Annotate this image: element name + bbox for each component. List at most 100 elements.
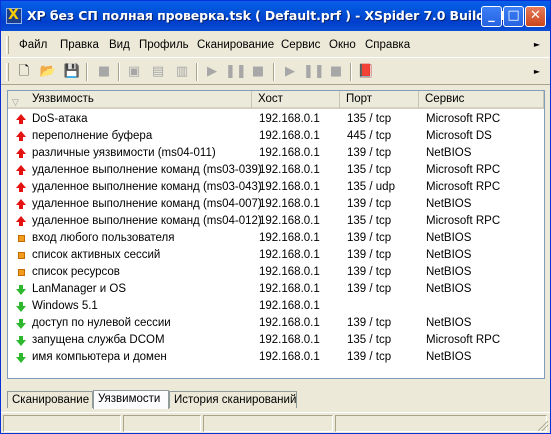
menu-service[interactable]: Сервис <box>281 39 320 51</box>
pause-scan-selected-icon[interactable]: ❚❚ <box>225 63 247 81</box>
stop-scan-icon[interactable]: ■ <box>327 63 345 81</box>
vuln-cell: вход любого пользователя <box>32 232 175 244</box>
host-cell: 192.168.0.1 <box>259 351 320 363</box>
start-scan-selected-icon[interactable]: ▶ <box>203 63 221 81</box>
menubar-overflow-chevron-icon[interactable]: ► <box>534 40 540 49</box>
menu-view[interactable]: Вид <box>109 39 130 51</box>
save-disk-icon[interactable]: 💾 <box>63 63 81 81</box>
port-cell: 139 / tcp <box>347 198 392 210</box>
table-row[interactable]: удаленное выполнение команд (ms03-043) 19… <box>8 179 544 196</box>
host-cell: 192.168.0.1 <box>259 164 320 176</box>
table-row[interactable]: имя компьютера и домен 192.168.0.1 139 / t… <box>8 349 544 366</box>
table-row[interactable]: список активных сессий 192.168.0.1 139 / t… <box>8 247 544 264</box>
vuln-cell: LanManager и OS <box>32 283 127 295</box>
toolbar: 🗋 📂 💾 ■ ▣ ▤ ▥ ▶ ❚❚ ■ ▶ ❚❚ ■ 📕 ► <box>1 59 550 85</box>
vulnerability-list[interactable]: ▽ Уязвимость Хост Порт Сервис DoS-атака 1… <box>7 90 545 379</box>
menu-edit[interactable]: Правка <box>60 39 99 51</box>
tab-scanning[interactable]: Сканирование <box>7 391 93 408</box>
vuln-cell: различные уязвимости (ms04-011) <box>32 147 216 159</box>
host-properties-icon[interactable]: ▣ <box>125 63 143 81</box>
column-header-host[interactable]: Хост <box>252 91 340 108</box>
toolbar-overflow-chevron-icon[interactable]: ► <box>534 67 540 76</box>
tab-vulnerabilities[interactable]: Уязвимости <box>93 390 169 409</box>
status-panel <box>203 415 333 432</box>
menu-profile[interactable]: Профиль <box>139 39 189 51</box>
info-severity-icon <box>16 336 26 346</box>
info-severity-icon <box>16 319 26 329</box>
toolbar-separator <box>196 63 198 81</box>
vuln-cell: запущена служба DCOM <box>32 334 165 346</box>
high-severity-icon <box>16 182 26 192</box>
table-row[interactable]: удаленное выполнение команд (ms04-007) 19… <box>8 196 544 213</box>
vuln-cell: Windows 5.1 <box>32 300 98 312</box>
service-cell: NetBIOS <box>426 317 472 329</box>
table-row[interactable]: Windows 5.1 192.168.0.1 <box>8 298 544 315</box>
info-severity-icon <box>16 353 26 363</box>
table-row[interactable]: LanManager и OS 192.168.0.1 139 / tcp NetBI… <box>8 281 544 298</box>
pause-scan-icon[interactable]: ❚❚ <box>303 63 325 81</box>
sort-indicator-icon: ▽ <box>12 97 19 107</box>
resize-grip-icon[interactable] <box>538 421 548 431</box>
service-cell: Microsoft RPC <box>426 113 501 125</box>
table-row[interactable]: удаленное выполнение команд (ms04-012) 19… <box>8 213 544 230</box>
remove-host-icon[interactable]: ▥ <box>173 63 191 81</box>
port-cell: 135 / tcp <box>347 113 392 125</box>
vuln-cell: имя компьютера и домен <box>32 351 167 363</box>
tab-scan-history[interactable]: История сканирований <box>169 391 297 408</box>
menu-file[interactable]: Файл <box>19 39 47 51</box>
vuln-cell: переполнение буфера <box>32 130 153 142</box>
column-header-port[interactable]: Порт <box>340 91 419 108</box>
column-header-service[interactable]: Сервис <box>419 91 544 108</box>
medium-severity-icon <box>18 235 25 242</box>
new-document-icon[interactable]: 🗋 <box>15 63 33 81</box>
stop-scan-selected-icon[interactable]: ■ <box>249 63 267 81</box>
list-rows: DoS-атака 192.168.0.1 135 / tcp Microsoft R… <box>8 111 544 366</box>
help-book-icon[interactable]: 📕 <box>357 63 375 81</box>
medium-severity-icon <box>18 252 25 259</box>
service-cell: Microsoft DS <box>426 130 492 142</box>
table-row[interactable]: различные уязвимости (ms04-011) 192.168.0… <box>8 145 544 162</box>
title-bar[interactable]: X XP без СП полная проверка.tsk ( Defaul… <box>1 1 550 31</box>
toolbar-grip[interactable] <box>6 63 9 81</box>
table-row[interactable]: список ресурсов 192.168.0.1 139 / tcp NetBI… <box>8 264 544 281</box>
add-host-icon[interactable]: ■ <box>95 63 113 81</box>
open-folder-icon[interactable]: 📂 <box>39 63 57 81</box>
start-scan-icon[interactable]: ▶ <box>281 63 299 81</box>
port-cell: 445 / tcp <box>347 130 392 142</box>
vuln-cell: удаленное выполнение команд (ms04-007) <box>32 198 262 210</box>
menu-help[interactable]: Справка <box>365 39 410 51</box>
port-cell: 139 / tcp <box>347 351 392 363</box>
table-row[interactable]: запущена служба DCOM 192.168.0.1 135 / tcp… <box>8 332 544 349</box>
info-severity-icon <box>16 285 26 295</box>
menu-window[interactable]: Окно <box>329 39 356 51</box>
minimize-button[interactable]: _ <box>481 6 502 27</box>
column-header-vuln[interactable]: ▽ Уязвимость <box>8 91 252 108</box>
host-cell: 192.168.0.1 <box>259 181 320 193</box>
close-button[interactable]: ✕ <box>525 6 546 27</box>
status-bar <box>1 412 550 433</box>
port-cell: 135 / tcp <box>347 164 392 176</box>
table-row[interactable]: вход любого пользователя 192.168.0.1 139 /… <box>8 230 544 247</box>
xspider-app-icon[interactable]: X <box>6 7 22 24</box>
table-row[interactable]: переполнение буфера 192.168.0.1 445 / tcp M… <box>8 128 544 145</box>
toolbar-separator <box>86 63 88 81</box>
host-cell: 192.168.0.1 <box>259 147 320 159</box>
service-cell: NetBIOS <box>426 351 472 363</box>
table-row[interactable]: DoS-атака 192.168.0.1 135 / tcp Microsoft R… <box>8 111 544 128</box>
menubar-grip[interactable] <box>6 36 9 54</box>
maximize-button[interactable]: □ <box>503 6 524 27</box>
table-row[interactable]: удаленное выполнение команд (ms03-039) 19… <box>8 162 544 179</box>
host-cell: 192.168.0.1 <box>259 198 320 210</box>
service-cell: NetBIOS <box>426 147 472 159</box>
port-cell: 135 / tcp <box>347 334 392 346</box>
service-cell: NetBIOS <box>426 283 472 295</box>
service-cell: Microsoft RPC <box>426 334 501 346</box>
port-cell: 135 / tcp <box>347 215 392 227</box>
high-severity-icon <box>16 114 26 124</box>
menu-scan[interactable]: Сканирование <box>197 39 274 51</box>
table-row[interactable]: доступ по нулевой сессии 192.168.0.1 139 /… <box>8 315 544 332</box>
port-cell: 139 / tcp <box>347 283 392 295</box>
vuln-cell: удаленное выполнение команд (ms03-043) <box>32 181 262 193</box>
host-group-icon[interactable]: ▤ <box>149 63 167 81</box>
menu-bar: Файл Правка Вид Профиль Сканирование Сер… <box>1 32 550 58</box>
